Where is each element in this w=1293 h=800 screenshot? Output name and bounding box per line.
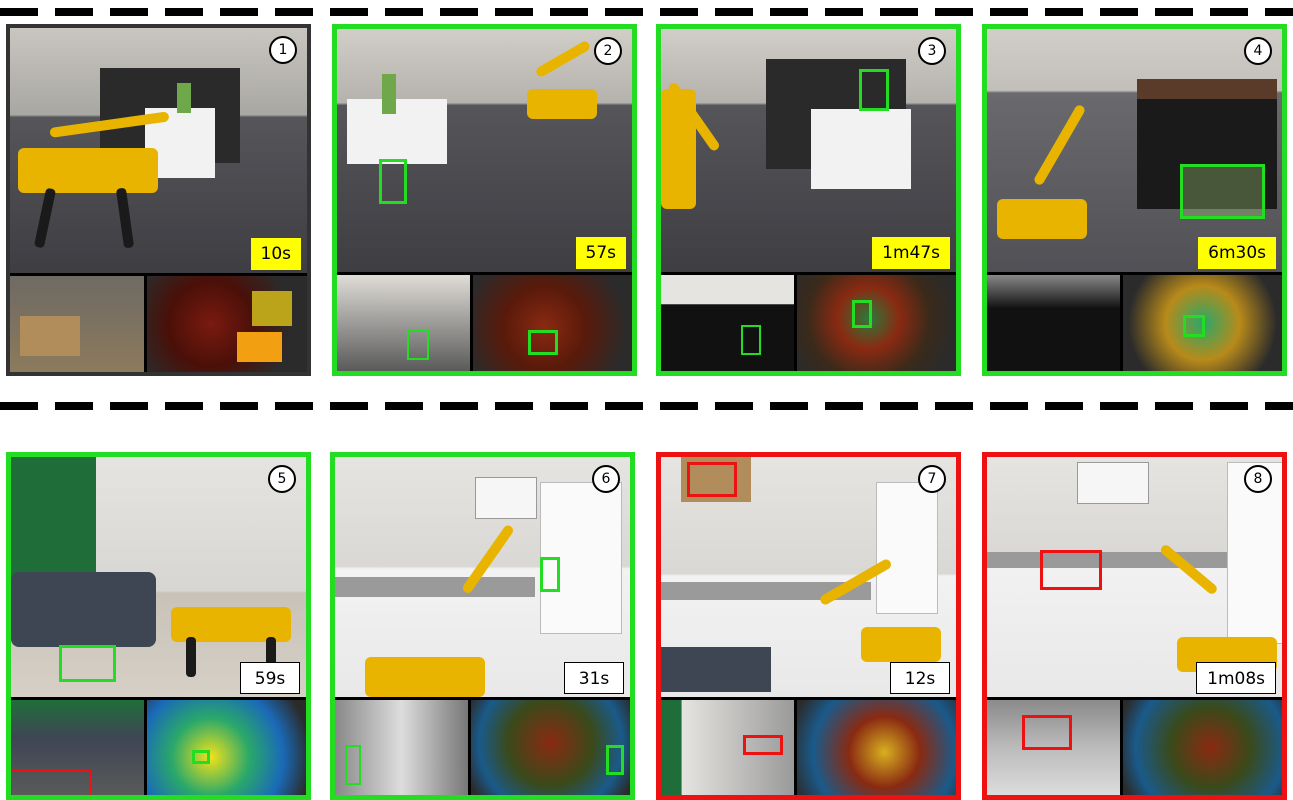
sensor-strip xyxy=(11,697,306,795)
3d-map-view xyxy=(1122,275,1282,371)
elapsed-time-label: 12s xyxy=(890,662,950,695)
elapsed-time-label: 1m08s xyxy=(1196,662,1276,695)
robot-camera-view xyxy=(661,700,797,795)
3d-map-view xyxy=(796,275,956,371)
3d-map-view xyxy=(796,700,956,795)
robot-camera-view xyxy=(987,700,1123,795)
detection-box xyxy=(1180,164,1265,219)
panel-7: 7 12s xyxy=(656,452,961,800)
sensor-strip xyxy=(987,697,1282,795)
robot-camera-view xyxy=(10,275,147,372)
sensor-strip xyxy=(10,272,307,372)
elapsed-time-label: 6m30s xyxy=(1198,237,1276,270)
main-view: 7 12s xyxy=(661,457,956,701)
3d-map-view xyxy=(146,275,307,372)
main-view: 6 31s xyxy=(335,457,630,701)
robot-camera-view xyxy=(337,275,473,371)
main-view: 3 1m47s xyxy=(661,29,956,276)
panel-6: 6 31s xyxy=(330,452,635,800)
elapsed-time-label: 1m47s xyxy=(872,237,950,270)
main-view: 2 57s xyxy=(337,29,632,276)
elapsed-time-label: 59s xyxy=(240,662,300,695)
step-number-badge: 8 xyxy=(1244,465,1272,493)
main-view: 1 10s xyxy=(10,28,307,276)
main-view: 8 1m08s xyxy=(987,457,1282,701)
panel-3: 3 1m47s xyxy=(656,24,961,376)
elapsed-time-label: 31s xyxy=(564,662,624,695)
middle-divider xyxy=(0,402,1293,410)
elapsed-time-label: 57s xyxy=(575,237,626,270)
3d-map-view xyxy=(1122,700,1282,795)
detection-box xyxy=(859,69,889,111)
sensor-strip xyxy=(335,697,630,795)
panel-5: 5 59s xyxy=(6,452,311,800)
step-number-badge: 1 xyxy=(269,36,297,64)
detection-box xyxy=(1040,550,1102,590)
3d-map-view xyxy=(470,700,630,795)
robot-camera-view xyxy=(11,700,147,795)
panel-2: 2 57s xyxy=(332,24,637,376)
main-view: 4 6m30s xyxy=(987,29,1282,276)
panel-8: 8 1m08s xyxy=(982,452,1287,800)
step-number-badge: 3 xyxy=(918,37,946,65)
elapsed-time-label: 10s xyxy=(250,237,301,270)
step-number-badge: 4 xyxy=(1244,37,1272,65)
detection-box xyxy=(379,159,407,204)
panel-4: 4 6m30s xyxy=(982,24,1287,376)
sensor-strip xyxy=(337,272,632,371)
sensor-strip xyxy=(661,697,956,795)
detection-box xyxy=(540,557,560,592)
step-number-badge: 5 xyxy=(268,465,296,493)
step-number-badge: 6 xyxy=(592,465,620,493)
sensor-strip xyxy=(661,272,956,371)
detection-box xyxy=(59,645,116,682)
3d-map-view xyxy=(472,275,632,371)
top-divider xyxy=(0,8,1293,16)
panel-1: 1 10s xyxy=(6,24,311,376)
step-number-badge: 7 xyxy=(918,465,946,493)
detection-box xyxy=(687,462,737,497)
step-number-badge: 2 xyxy=(594,37,622,65)
sensor-strip xyxy=(987,272,1282,371)
3d-map-view xyxy=(146,700,306,795)
main-view: 5 59s xyxy=(11,457,306,701)
robot-camera-view xyxy=(661,275,797,371)
robot-camera-view xyxy=(335,700,471,795)
robot-camera-view xyxy=(987,275,1123,371)
